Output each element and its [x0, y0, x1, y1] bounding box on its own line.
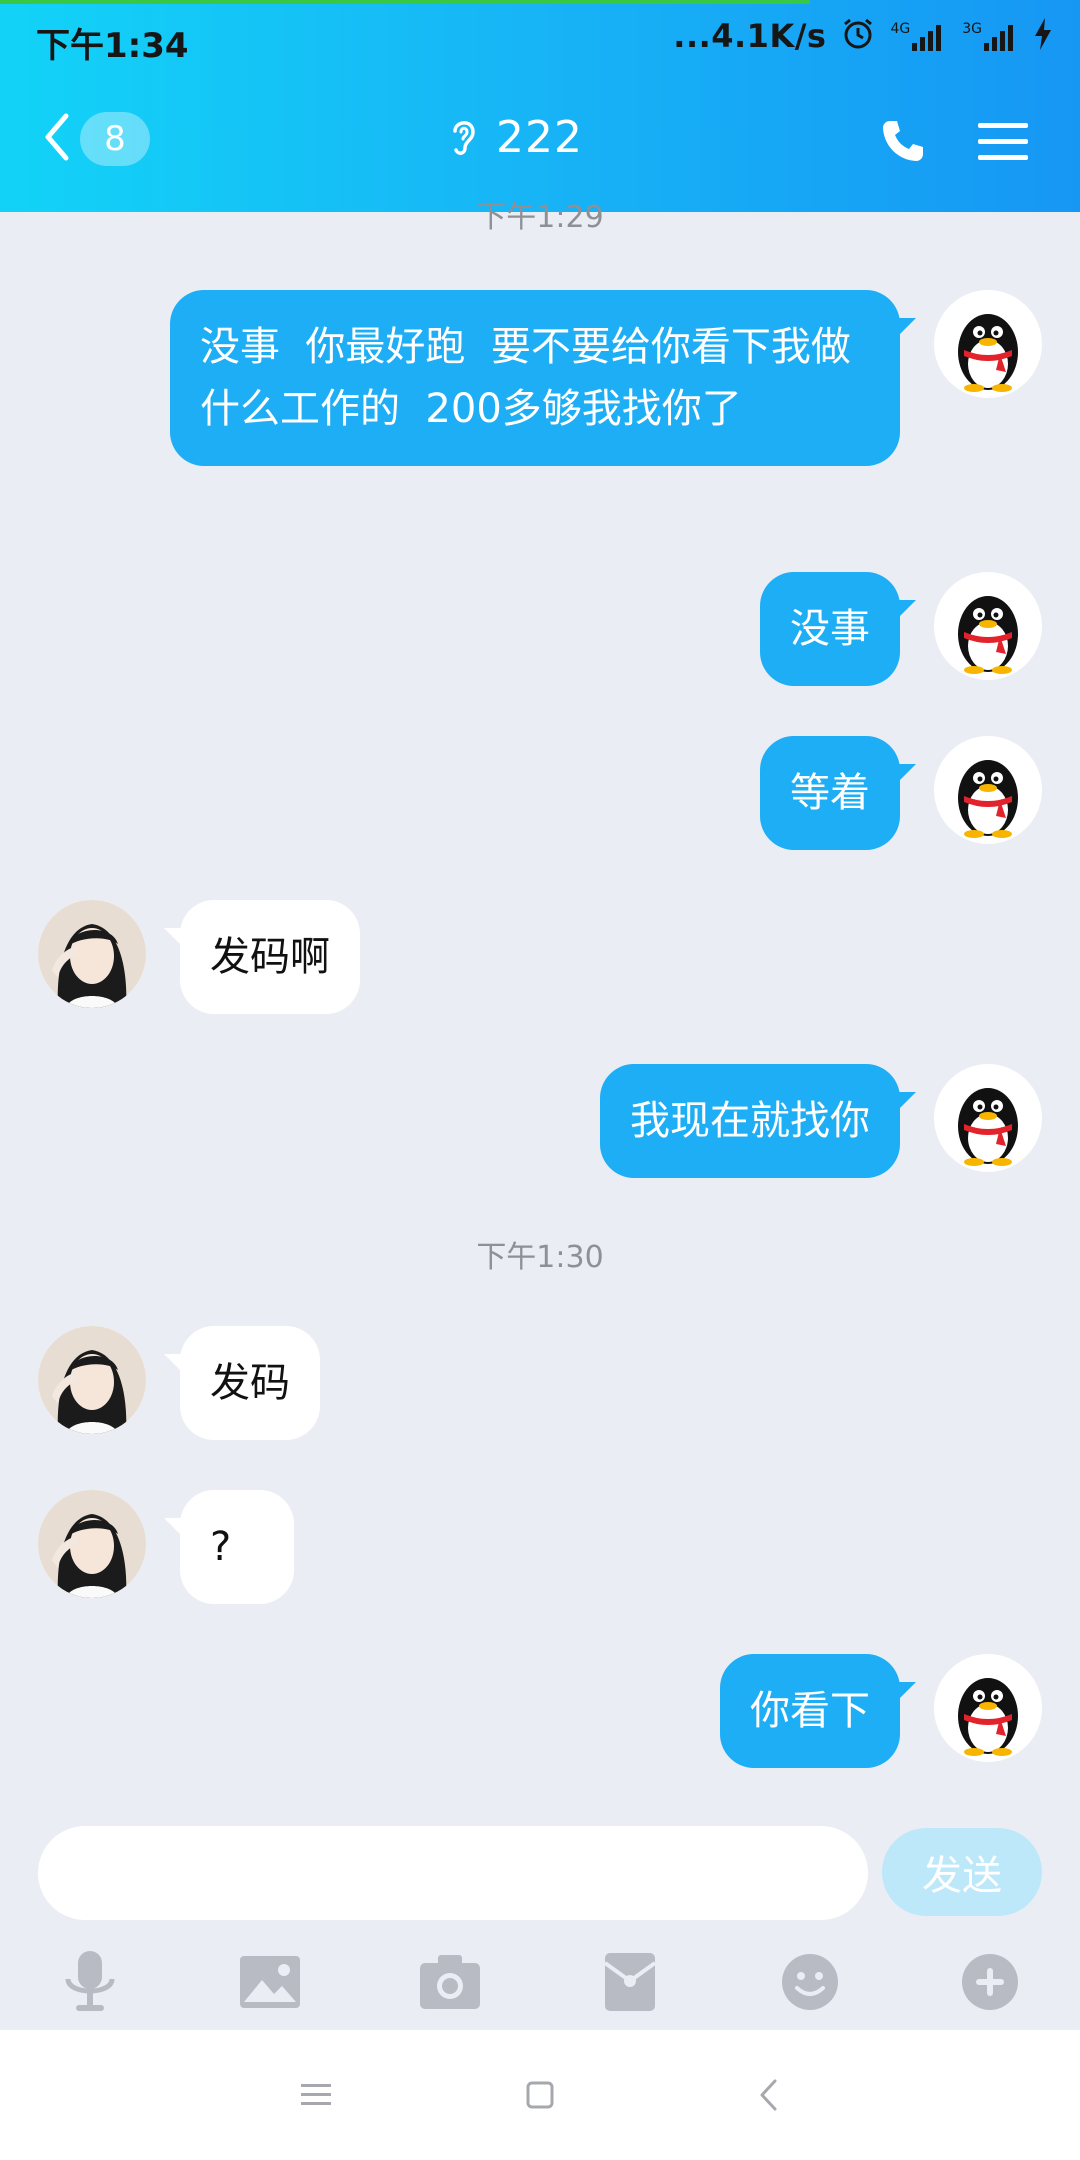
camera-icon[interactable]	[410, 1942, 490, 2022]
contact-message-bubble[interactable]: 发码啊	[164, 900, 360, 1014]
contact-avatar[interactable]	[38, 1326, 146, 1434]
message-input[interactable]	[38, 1826, 868, 1920]
charging-icon	[1034, 18, 1052, 54]
timestamp: 下午1:30	[476, 1240, 604, 1275]
alarm-icon	[840, 16, 876, 56]
signal-3g-label: 3G	[962, 21, 982, 37]
recent-apps-button[interactable]	[286, 2065, 346, 2125]
contact-message-bubble[interactable]: 发码	[164, 1326, 320, 1440]
chevron-left-icon	[40, 112, 74, 166]
contact-photo-icon	[38, 1326, 146, 1434]
chat-header: 下午1:34 ...4.1K/s 4G 3G 8 222	[0, 0, 1080, 212]
contact-photo-icon	[38, 900, 146, 1008]
home-button[interactable]	[510, 2065, 570, 2125]
menu-lines-icon	[301, 2084, 331, 2105]
contact-message-bubble[interactable]: ?	[164, 1490, 294, 1604]
square-icon	[526, 2081, 554, 2109]
my-message-bubble[interactable]: 我现在就找你	[600, 1064, 916, 1178]
penguin-avatar-icon	[958, 1088, 1018, 1166]
system-nav-bar	[0, 2030, 1080, 2160]
contact-avatar[interactable]	[38, 900, 146, 1008]
my-message-bubble[interactable]: 等着	[760, 736, 916, 850]
phone-icon[interactable]	[880, 118, 926, 168]
red-packet-icon[interactable]	[590, 1942, 670, 2022]
back-button[interactable]: 8	[40, 112, 150, 166]
contact-photo-icon	[38, 1490, 146, 1598]
header-actions	[880, 118, 1028, 168]
my-message-bubble[interactable]: 没事 你最好跑 要不要给你看下我做什么工作的 200多够我找你了	[170, 290, 916, 466]
microphone-icon[interactable]	[50, 1942, 130, 2022]
composer: 发送	[0, 1812, 1080, 2032]
menu-icon[interactable]	[978, 121, 1028, 165]
plus-icon[interactable]	[950, 1942, 1030, 2022]
penguin-avatar-icon	[958, 314, 1018, 392]
contact-avatar[interactable]	[38, 1490, 146, 1598]
status-bar-right: ...4.1K/s 4G 3G	[673, 16, 1052, 56]
network-speed: ...4.1K/s	[673, 17, 827, 55]
signal-4g-icon: 4G	[890, 21, 948, 51]
my-message-bubble[interactable]: 你看下	[720, 1654, 916, 1768]
emoji-icon[interactable]	[770, 1942, 850, 2022]
composer-toolbar	[0, 1942, 1080, 2022]
signal-4g-label: 4G	[890, 21, 911, 37]
my-avatar[interactable]	[934, 1064, 1042, 1172]
image-icon[interactable]	[230, 1942, 310, 2022]
my-avatar[interactable]	[934, 736, 1042, 844]
message-list[interactable]: 下午1:29 没事 你最好跑 要不要给你看下我做什么工作的 200多够我找你了 …	[0, 200, 1080, 1812]
back-nav-button[interactable]	[738, 2065, 798, 2125]
my-avatar[interactable]	[934, 1654, 1042, 1762]
my-message-bubble[interactable]: 没事	[760, 572, 916, 686]
chat-title-area[interactable]: 222	[446, 112, 583, 163]
chat-title: 222	[496, 112, 583, 163]
earpiece-mode-icon	[446, 115, 480, 161]
unread-count-badge: 8	[80, 112, 150, 166]
my-avatar[interactable]	[934, 572, 1042, 680]
loading-progress-line	[0, 0, 810, 4]
send-button[interactable]: 发送	[882, 1828, 1042, 1916]
timestamp-partial: 下午1:29	[476, 200, 604, 235]
penguin-avatar-icon	[958, 1678, 1018, 1756]
penguin-avatar-icon	[958, 760, 1018, 838]
status-time: 下午1:34	[36, 26, 189, 66]
chevron-left-icon	[760, 2079, 777, 2111]
penguin-avatar-icon	[958, 596, 1018, 674]
signal-3g-icon: 3G	[962, 21, 1020, 51]
my-avatar[interactable]	[934, 290, 1042, 398]
